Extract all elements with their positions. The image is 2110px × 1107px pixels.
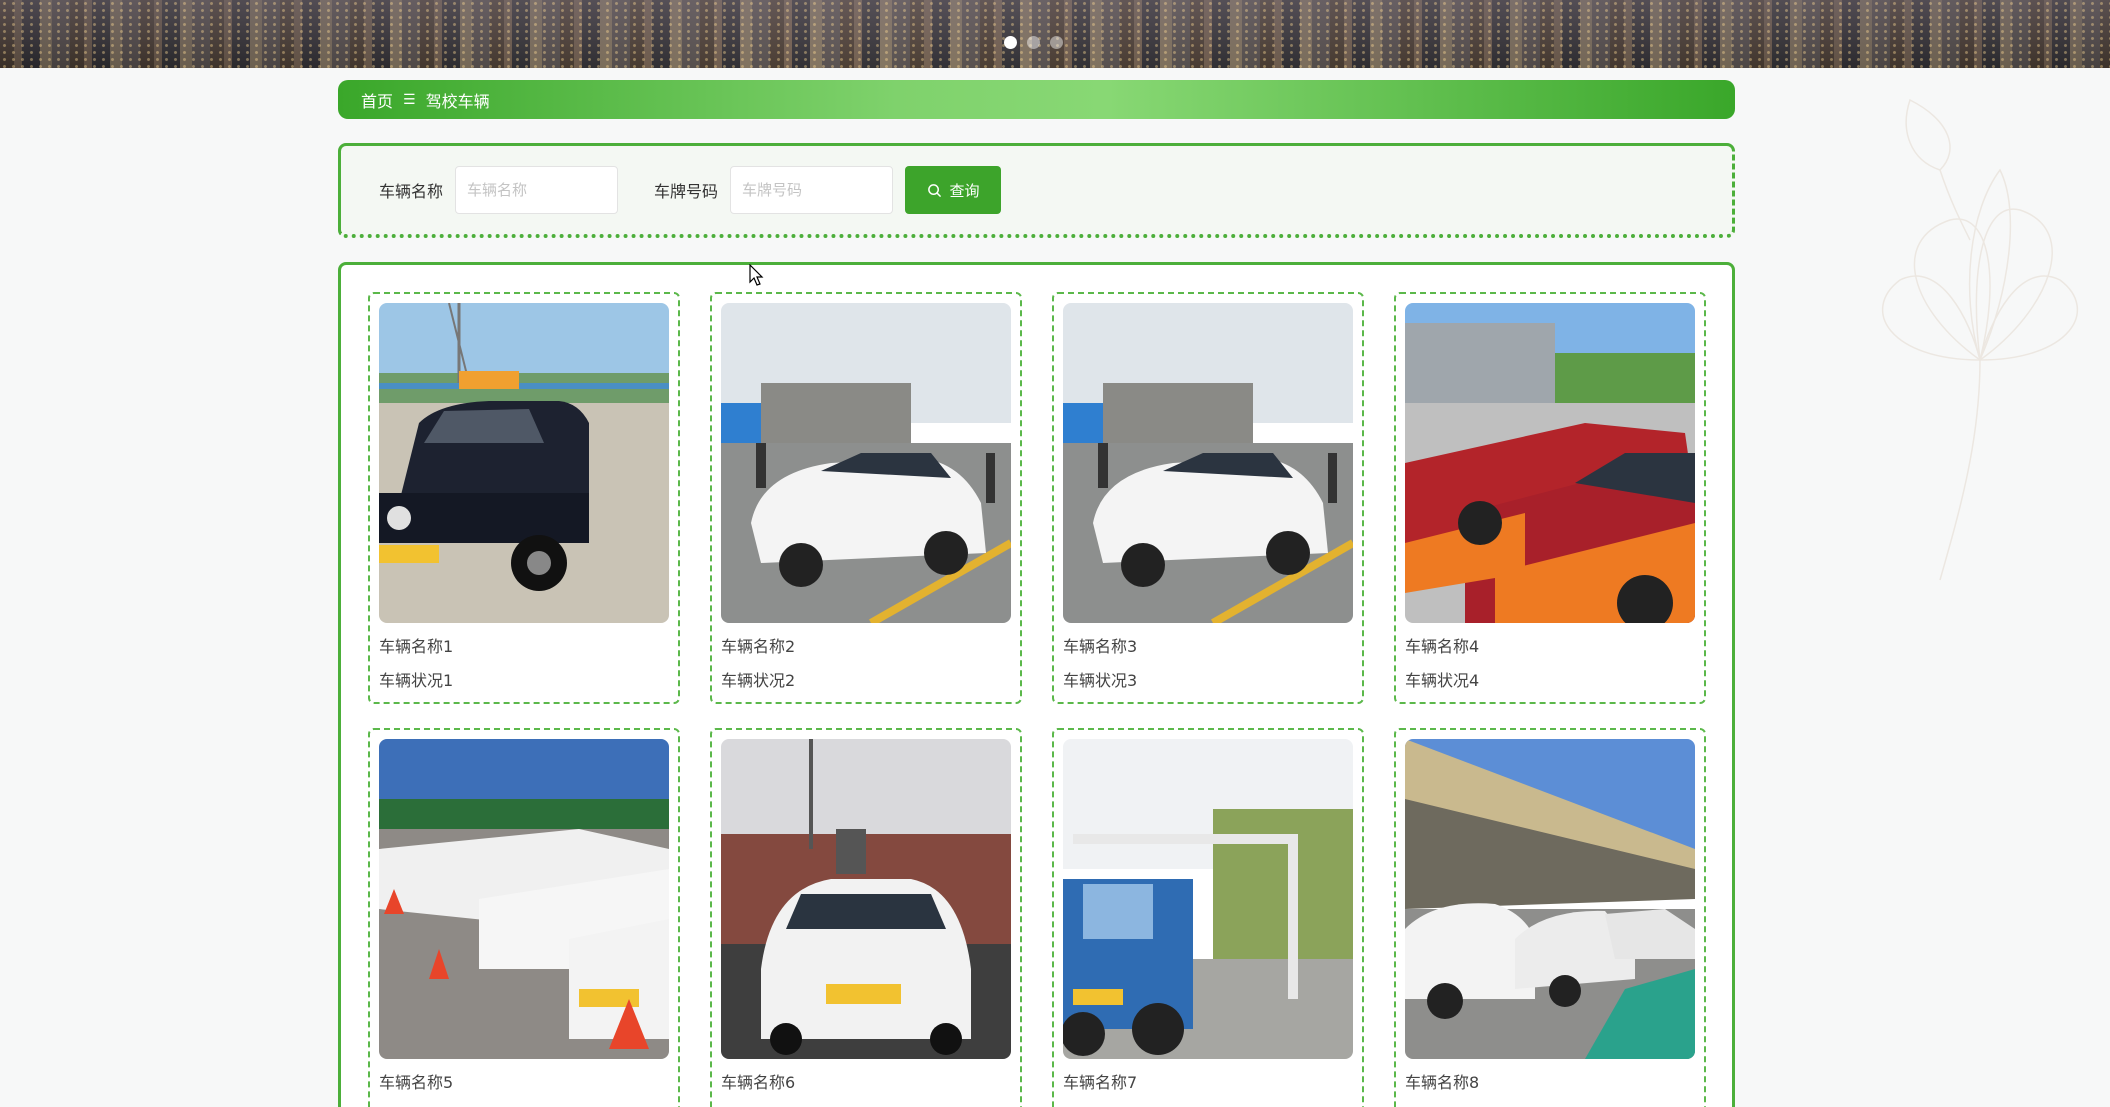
carousel-dot-1[interactable] xyxy=(1004,36,1017,49)
vehicle-photo[interactable] xyxy=(379,303,669,623)
vehicle-photo[interactable] xyxy=(721,739,1011,1059)
vehicle-status: 车辆状况4 xyxy=(1405,671,1480,690)
vehicle-name: 车辆名称2 xyxy=(721,637,796,656)
breadcrumb: 首页 ☰ 驾校车辆 xyxy=(338,80,1735,119)
mouse-cursor-icon xyxy=(749,264,764,286)
vehicle-card[interactable]: 车辆名称2 车辆状况2 xyxy=(710,292,1022,704)
vehicle-photo[interactable] xyxy=(721,303,1011,623)
vehicle-card[interactable]: 车辆名称5 xyxy=(368,728,680,1107)
plate-number-input[interactable] xyxy=(730,166,894,214)
banner-city-lights xyxy=(0,0,2110,68)
vehicle-name: 车辆名称6 xyxy=(721,1073,796,1092)
vehicle-name: 车辆名称5 xyxy=(379,1073,454,1092)
vehicle-photo[interactable] xyxy=(1063,303,1353,623)
vehicle-name-input[interactable] xyxy=(455,166,619,214)
vehicle-card[interactable]: 车辆名称1 车辆状况1 xyxy=(368,292,680,704)
vehicle-name: 车辆名称8 xyxy=(1405,1073,1480,1092)
search-button[interactable]: 查询 xyxy=(905,166,1002,214)
vehicle-name: 车辆名称1 xyxy=(379,637,454,656)
carousel-dots xyxy=(1004,36,1063,49)
search-panel: 车辆名称 车牌号码 查询 xyxy=(338,143,1735,238)
vehicle-name: 车辆名称3 xyxy=(1063,637,1138,656)
decorative-flower-image xyxy=(1881,98,2079,581)
breadcrumb-home-link[interactable]: 首页 xyxy=(361,88,393,112)
plate-number-label: 车牌号码 xyxy=(654,182,719,201)
vehicle-name: 车辆名称4 xyxy=(1405,637,1480,656)
search-button-label: 查询 xyxy=(949,181,980,200)
search-icon xyxy=(927,183,941,197)
vehicle-status: 车辆状况3 xyxy=(1063,671,1138,690)
vehicle-list: 车辆名称1 车辆状况1 车辆名称2 车辆状况2 车辆名称3 车辆状况3 车辆名称… xyxy=(338,262,1735,1107)
vehicle-name-label: 车辆名称 xyxy=(379,182,444,201)
carousel-dot-3[interactable] xyxy=(1050,36,1063,49)
vehicle-photo[interactable] xyxy=(379,739,669,1059)
carousel-dot-2[interactable] xyxy=(1027,36,1040,49)
vehicle-card[interactable]: 车辆名称6 xyxy=(710,728,1022,1107)
vehicle-card[interactable]: 车辆名称4 车辆状况4 xyxy=(1394,292,1706,704)
vehicle-card[interactable]: 车辆名称8 xyxy=(1394,728,1706,1107)
breadcrumb-separator-icon: ☰ xyxy=(403,91,416,108)
vehicle-name: 车辆名称7 xyxy=(1063,1073,1138,1092)
vehicle-status: 车辆状况2 xyxy=(721,671,796,690)
breadcrumb-current: 驾校车辆 xyxy=(425,91,490,111)
vehicle-card[interactable]: 车辆名称7 xyxy=(1052,728,1364,1107)
banner-carousel[interactable] xyxy=(0,0,2110,68)
vehicle-photo[interactable] xyxy=(1405,739,1695,1059)
vehicle-status: 车辆状况1 xyxy=(379,671,454,690)
vehicle-photo[interactable] xyxy=(1063,739,1353,1059)
vehicle-photo[interactable] xyxy=(1405,303,1695,623)
vehicle-card[interactable]: 车辆名称3 车辆状况3 xyxy=(1052,292,1364,704)
